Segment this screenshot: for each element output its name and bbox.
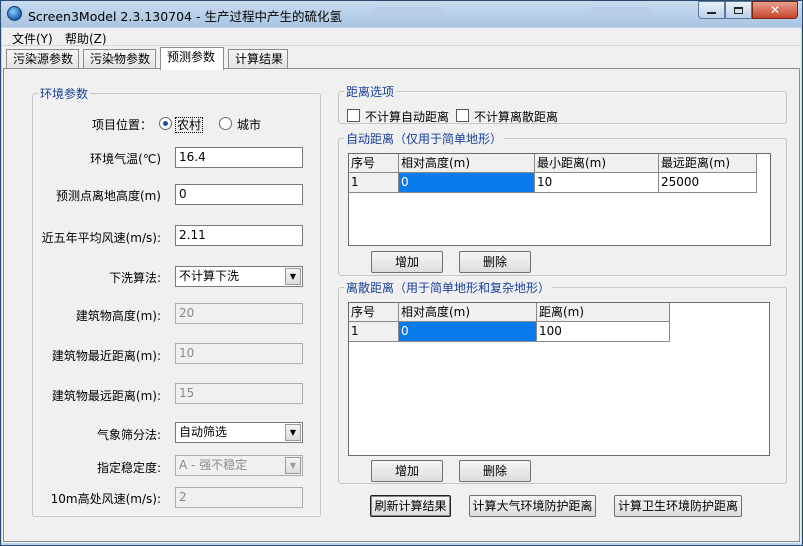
table-cell[interactable]: 100	[537, 322, 670, 342]
blurred-background	[373, 7, 443, 19]
bldg-height-label: 建筑物高度(m):	[75, 309, 161, 323]
height-input[interactable]: 0	[175, 184, 303, 205]
title-bar[interactable]: Screen3Model 2.3.130704 - 生产过程中产生的硫化氢 ✕	[1, 1, 802, 27]
bldg-near-label: 建筑物最近距离(m):	[51, 349, 161, 363]
auto-distance-title: 自动距离（仅用于简单地形）	[346, 132, 503, 146]
table-header: 序号	[349, 154, 399, 173]
table-cell[interactable]: 1	[349, 322, 399, 342]
height-label: 预测点离地高度(m)	[55, 189, 161, 203]
tab-pollutant-params[interactable]: 污染物参数	[83, 49, 156, 69]
chevron-down-icon[interactable]: ▼	[285, 268, 301, 285]
discrete-add-button[interactable]: 增加	[371, 460, 443, 482]
maximize-icon	[734, 6, 743, 14]
atmos-protection-distance-button[interactable]: 计算大气环境防护距离	[469, 495, 596, 517]
blurred-background	[591, 7, 651, 19]
met-select[interactable]: 自动筛选 ▼	[175, 422, 303, 443]
discrete-distance-table[interactable]: 序号 相对高度(m) 距离(m) 1 0 100	[348, 302, 770, 456]
tab-source-params[interactable]: 污染源参数	[6, 49, 79, 69]
no-auto-distance-label: 不计算自动距离	[365, 110, 450, 124]
bldg-far-label: 建筑物最远距离(m):	[51, 389, 161, 403]
table-header: 最小距离(m)	[535, 154, 659, 173]
close-button[interactable]: ✕	[752, 1, 798, 19]
table-cell[interactable]: 10	[535, 173, 659, 193]
bldg-near-input[interactable]: 10	[175, 343, 303, 364]
table-cell-selected[interactable]: 0	[399, 322, 537, 342]
menu-help[interactable]: 帮助(Z)	[65, 30, 107, 47]
table-header: 相对高度(m)	[399, 154, 535, 173]
location-label: 项目位置：	[92, 118, 153, 132]
window-title: Screen3Model 2.3.130704 - 生产过程中产生的硫化氢	[28, 9, 342, 24]
minimize-button[interactable]	[698, 1, 725, 19]
met-value: 自动筛选	[179, 425, 228, 439]
env-params-title: 环境参数	[40, 87, 89, 101]
client-area: 污染源参数 污染物参数 预测参数 计算结果 环境参数 项目位置： 农村 城市 环…	[2, 46, 801, 543]
chevron-down-icon[interactable]: ▼	[285, 424, 301, 441]
table-header: 最远距离(m)	[659, 154, 757, 173]
location-rural-label: 农村	[175, 117, 204, 133]
table-header: 相对高度(m)	[399, 303, 537, 322]
location-urban-label: 城市	[237, 118, 262, 132]
wind-label: 近五年平均风速(m/s):	[41, 231, 161, 245]
downwash-value: 不计算下洗	[179, 269, 240, 283]
maximize-button[interactable]	[725, 1, 752, 19]
tab-results[interactable]: 计算结果	[228, 49, 288, 69]
bldg-height-input[interactable]: 20	[175, 303, 303, 324]
auto-distance-table[interactable]: 序号 相对高度(m) 最小距离(m) 最远距离(m) 1 0 10 25000	[348, 153, 771, 246]
table-cell-selected[interactable]: 0	[399, 173, 535, 193]
location-urban-radio[interactable]	[219, 117, 232, 130]
close-icon: ✕	[769, 3, 781, 17]
no-auto-distance-checkbox[interactable]	[347, 109, 360, 122]
discrete-delete-button[interactable]: 删除	[459, 460, 531, 482]
table-header: 距离(m)	[537, 303, 670, 322]
app-window: Screen3Model 2.3.130704 - 生产过程中产生的硫化氢 ✕ …	[0, 0, 803, 546]
minimize-icon	[707, 11, 716, 14]
health-protection-distance-button[interactable]: 计算卫生环境防护距离	[614, 495, 742, 517]
stability-label: 指定稳定度:	[96, 461, 161, 475]
bldg-far-input[interactable]: 15	[175, 383, 303, 404]
temp-label: 环境气温(℃)	[90, 152, 161, 166]
downwash-label: 下洗算法:	[108, 271, 161, 285]
wind-input[interactable]: 2.11	[175, 225, 303, 246]
location-rural-radio[interactable]	[159, 117, 172, 130]
menu-file[interactable]: 文件(Y)	[12, 30, 53, 47]
table-cell[interactable]: 25000	[659, 173, 757, 193]
app-logo-icon	[7, 6, 22, 21]
auto-add-button[interactable]: 增加	[371, 251, 443, 273]
no-discrete-distance-checkbox[interactable]	[456, 109, 469, 122]
wind10-input[interactable]: 2	[175, 487, 303, 508]
chevron-down-icon[interactable]: ▼	[285, 457, 301, 474]
met-label: 气象筛分法:	[96, 428, 161, 442]
downwash-select[interactable]: 不计算下洗 ▼	[175, 266, 303, 287]
no-discrete-distance-label: 不计算离散距离	[474, 110, 559, 124]
table-header: 序号	[349, 303, 399, 322]
table-cell[interactable]: 1	[349, 173, 399, 193]
temp-input[interactable]: 16.4	[175, 147, 303, 168]
refresh-results-button[interactable]: 刷新计算结果	[370, 495, 451, 517]
wind10-label: 10m高处风速(m/s):	[50, 492, 161, 506]
stability-value: A - 强不稳定	[179, 458, 248, 472]
stability-select[interactable]: A - 强不稳定 ▼	[175, 455, 303, 476]
distance-options-title: 距离选项	[346, 85, 395, 99]
tab-prediction-params[interactable]: 预测参数	[160, 47, 224, 70]
discrete-distance-title: 离散距离（用于简单地形和复杂地形）	[346, 281, 551, 295]
prediction-params-panel: 环境参数 项目位置： 农村 城市 环境气温(℃) 16.4 预测点离地高度(m)…	[3, 68, 800, 542]
auto-delete-button[interactable]: 删除	[459, 251, 531, 273]
menu-bar: 文件(Y) 帮助(Z)	[2, 28, 801, 46]
